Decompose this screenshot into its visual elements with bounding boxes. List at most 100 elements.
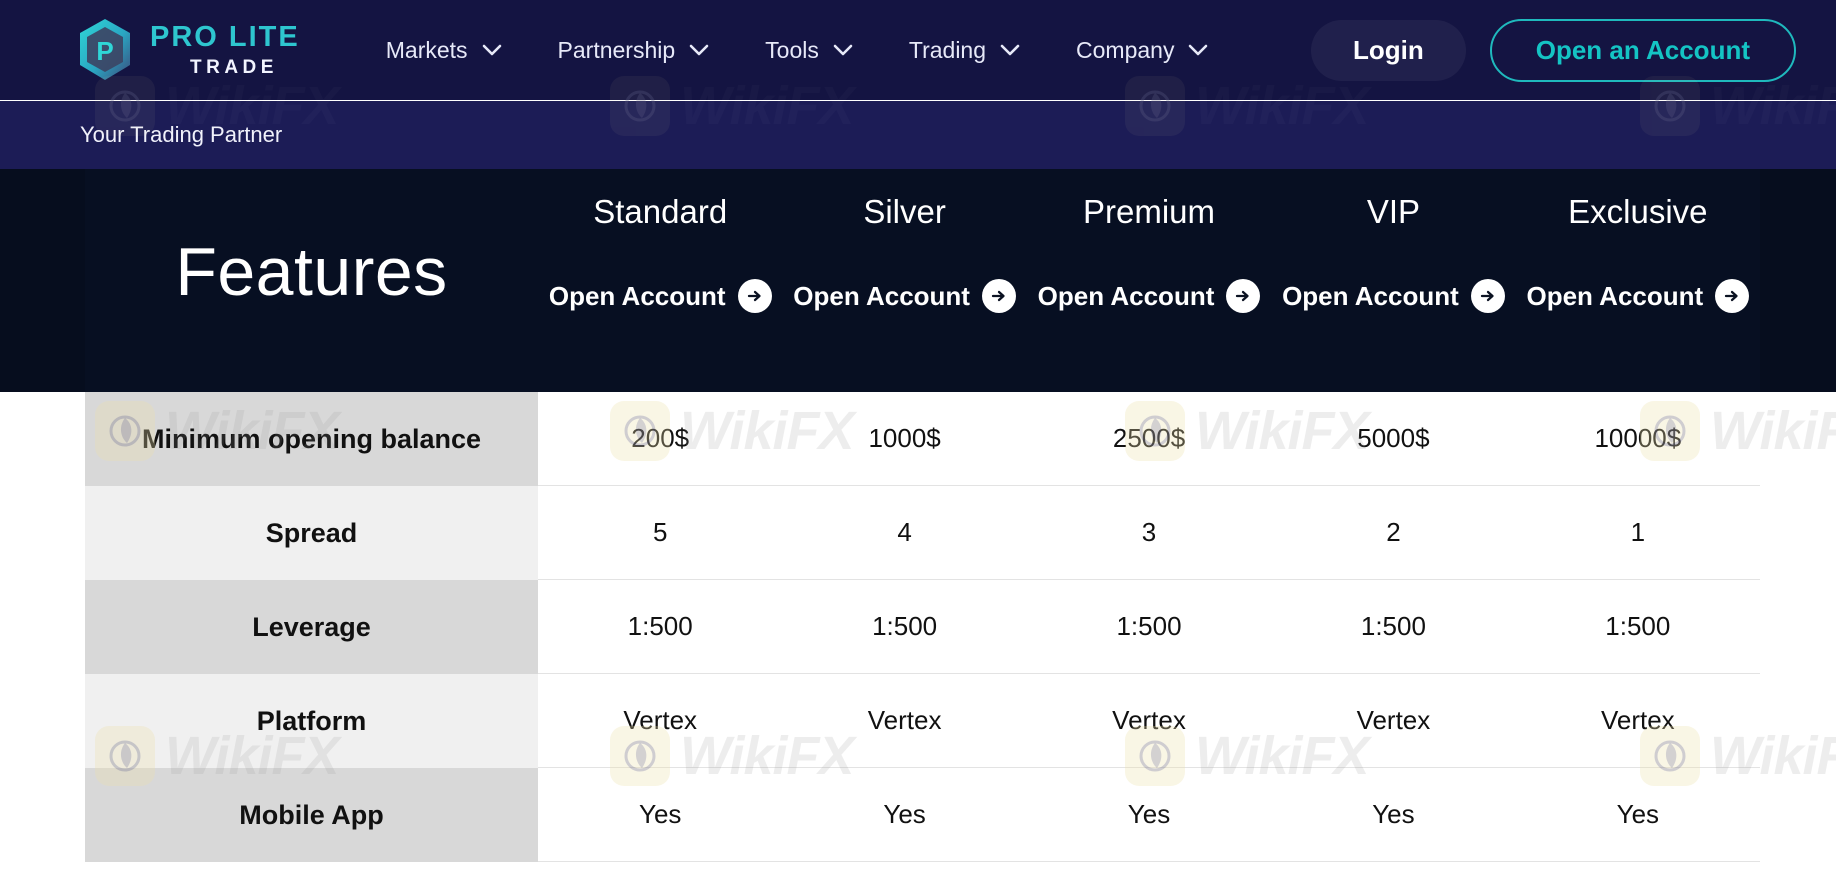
open-account-button-vip[interactable]: Open Account: [1282, 279, 1505, 313]
login-button[interactable]: Login: [1311, 20, 1466, 81]
navbar-divider: [0, 100, 1836, 101]
open-account-label: Open Account: [549, 281, 726, 312]
arrow-right-icon: [982, 279, 1016, 313]
table-row: Platform Vertex Vertex Vertex Vertex Ver…: [0, 674, 1836, 768]
table-cell: Vertex: [782, 674, 1026, 767]
row-label: Minimum opening balance: [85, 392, 538, 486]
account-column-exclusive: Exclusive Open Account: [1516, 169, 1760, 392]
table-row: Leverage 1:500 1:500 1:500 1:500 1:500: [0, 580, 1836, 674]
open-account-button-exclusive[interactable]: Open Account: [1526, 279, 1749, 313]
table-cell: 1:500: [538, 580, 782, 673]
arrow-right-icon: [1715, 279, 1749, 313]
table-cell: 5: [538, 486, 782, 579]
nav-action-group: Login Open an Account: [1311, 19, 1796, 82]
account-column-standard: Standard Open Account: [538, 169, 782, 392]
arrow-right-icon: [1226, 279, 1260, 313]
table-row: Spread 5 4 3 2 1: [0, 486, 1836, 580]
table-cell: 3: [1027, 486, 1271, 579]
brand-lite-text: LITE: [229, 21, 300, 53]
table-cell: 1: [1516, 486, 1760, 579]
brand-wordmark: PRO LITE TRADE: [150, 23, 300, 77]
table-cell: Vertex: [538, 674, 782, 767]
row-label: Leverage: [85, 580, 538, 674]
page-root: P PRO LITE TRADE Markets Partnership: [0, 0, 1836, 889]
open-account-button-premium[interactable]: Open Account: [1038, 279, 1261, 313]
brand-trade-text: TRADE: [190, 58, 300, 77]
svg-text:P: P: [96, 36, 113, 66]
table-cell: Yes: [782, 768, 1026, 861]
table-cell: Yes: [1271, 768, 1515, 861]
open-account-label: Open Account: [1526, 281, 1703, 312]
row-label: Platform: [85, 674, 538, 768]
features-heading-cell: Features: [85, 169, 538, 392]
top-navigation-bar: P PRO LITE TRADE Markets Partnership: [0, 0, 1836, 100]
row-label: Spread: [85, 486, 538, 580]
nav-item-markets[interactable]: Markets: [386, 37, 502, 64]
account-column-vip: VIP Open Account: [1271, 169, 1515, 392]
table-cell: 1:500: [1027, 580, 1271, 673]
table-cell: 1:500: [782, 580, 1026, 673]
arrow-right-icon: [1471, 279, 1505, 313]
nav-item-tools[interactable]: Tools: [765, 37, 853, 64]
account-type-title: Exclusive: [1568, 193, 1707, 231]
nav-label-tools: Tools: [765, 37, 819, 64]
comparison-table-body: Minimum opening balance 200$ 1000$ 2500$…: [0, 392, 1836, 862]
tagline-bar: Your Trading Partner: [0, 101, 1836, 169]
table-cell: 5000$: [1271, 392, 1515, 485]
table-row: Mobile App Yes Yes Yes Yes Yes: [0, 768, 1836, 862]
account-type-title: Standard: [593, 193, 727, 231]
comparison-table-header: Features Standard Open Account Silver Op…: [0, 169, 1836, 392]
table-cell: 10000$: [1516, 392, 1760, 485]
table-cell: Vertex: [1516, 674, 1760, 767]
brand-logo-group[interactable]: P PRO LITE TRADE: [74, 17, 300, 83]
chevron-down-icon: [689, 44, 709, 56]
open-account-button-standard[interactable]: Open Account: [549, 279, 772, 313]
nav-label-trading: Trading: [909, 37, 986, 64]
chevron-down-icon: [1000, 44, 1020, 56]
arrow-right-icon: [738, 279, 772, 313]
nav-item-trading[interactable]: Trading: [909, 37, 1020, 64]
chevron-down-icon: [1188, 44, 1208, 56]
table-cell: Yes: [1516, 768, 1760, 861]
open-account-label: Open Account: [793, 281, 970, 312]
brand-pro-text: PRO: [150, 21, 219, 53]
open-account-button-silver[interactable]: Open Account: [793, 279, 1016, 313]
account-type-title: Premium: [1083, 193, 1215, 231]
row-cells: 200$ 1000$ 2500$ 5000$ 10000$: [538, 392, 1760, 486]
table-cell: 2500$: [1027, 392, 1271, 485]
table-cell: Yes: [538, 768, 782, 861]
features-heading-text: Features: [175, 233, 447, 311]
account-type-title: VIP: [1367, 193, 1420, 231]
table-cell: 1000$: [782, 392, 1026, 485]
brand-line-primary: PRO LITE: [150, 23, 300, 52]
open-account-label: Open Account: [1282, 281, 1459, 312]
open-an-account-button[interactable]: Open an Account: [1490, 19, 1796, 82]
prolite-hexagon-logo-icon: P: [74, 17, 136, 83]
table-cell: 1:500: [1516, 580, 1760, 673]
table-cell: 1:500: [1271, 580, 1515, 673]
table-cell: Vertex: [1271, 674, 1515, 767]
account-column-premium: Premium Open Account: [1027, 169, 1271, 392]
table-row: Minimum opening balance 200$ 1000$ 2500$…: [0, 392, 1836, 486]
row-cells: 1:500 1:500 1:500 1:500 1:500: [538, 580, 1760, 674]
row-cells: Yes Yes Yes Yes Yes: [538, 768, 1760, 862]
nav-label-markets: Markets: [386, 37, 468, 64]
row-label: Mobile App: [85, 768, 538, 862]
row-cells: 5 4 3 2 1: [538, 486, 1760, 580]
open-account-label: Open Account: [1038, 281, 1215, 312]
table-cell: 2: [1271, 486, 1515, 579]
nav-item-company[interactable]: Company: [1076, 37, 1208, 64]
table-cell: Yes: [1027, 768, 1271, 861]
table-cell: Vertex: [1027, 674, 1271, 767]
nav-item-partnership[interactable]: Partnership: [558, 37, 710, 64]
account-column-silver: Silver Open Account: [782, 169, 1026, 392]
row-cells: Vertex Vertex Vertex Vertex Vertex: [538, 674, 1760, 768]
table-cell: 200$: [538, 392, 782, 485]
tagline-text: Your Trading Partner: [80, 122, 282, 148]
nav-menu: Markets Partnership Tools Trading: [386, 37, 1265, 64]
nav-label-partnership: Partnership: [558, 37, 676, 64]
chevron-down-icon: [833, 44, 853, 56]
table-cell: 4: [782, 486, 1026, 579]
comparison-table-header-inner: Features Standard Open Account Silver Op…: [85, 169, 1760, 392]
account-type-title: Silver: [863, 193, 946, 231]
